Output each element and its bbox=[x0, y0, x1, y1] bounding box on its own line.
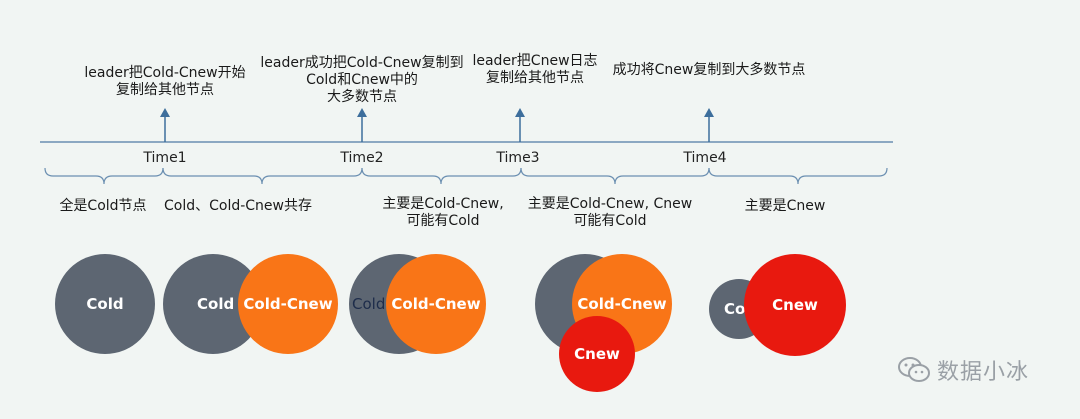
cold-circle-3-label: Cold bbox=[352, 295, 386, 313]
span-label-4: 主要是Cold-Cnew, Cnew 可能有Cold bbox=[527, 196, 693, 229]
wechat-icon bbox=[898, 357, 930, 382]
span-brace-2 bbox=[162, 167, 363, 185]
span-brace-4 bbox=[520, 167, 710, 185]
cold-cnew-circle-2: Cold-Cnew bbox=[238, 254, 338, 354]
span-label-1: 全是Cold节点 bbox=[59, 198, 147, 214]
span-brace-1 bbox=[44, 167, 164, 185]
span-brace-3 bbox=[361, 167, 522, 185]
cold-circle-2-label: Cold bbox=[197, 295, 235, 313]
event-arrow-3 bbox=[515, 108, 525, 142]
event-label-1: leader把Cold-Cnew开始 复制给其他节点 bbox=[84, 65, 246, 98]
event-label-4: 成功将Cnew复制到大多数节点 bbox=[612, 62, 806, 78]
tick-time3: Time3 bbox=[496, 150, 540, 166]
tick-time2: Time2 bbox=[340, 150, 384, 166]
event-label-2: leader成功把Cold-Cnew复制到 Cold和Cnew中的 大多数节点 bbox=[260, 55, 464, 105]
tick-time4: Time4 bbox=[683, 150, 727, 166]
event-arrow-4 bbox=[704, 108, 714, 142]
tick-time1: Time1 bbox=[143, 150, 187, 166]
cnew-circle-5: Cnew bbox=[744, 254, 846, 356]
span-label-3: 主要是Cold-Cnew, 可能有Cold bbox=[382, 196, 504, 229]
cold-circle-1: Cold bbox=[55, 254, 155, 354]
cnew-circle-4: Cnew bbox=[559, 316, 635, 392]
watermark-text: 数据小冰 bbox=[937, 360, 1030, 385]
watermark: 数据小冰 bbox=[897, 354, 1029, 386]
span-label-2: Cold、Cold-Cnew共存 bbox=[164, 198, 312, 214]
event-arrow-1 bbox=[160, 108, 170, 142]
event-arrow-2 bbox=[357, 108, 367, 142]
span-brace-5 bbox=[708, 167, 888, 185]
span-label-5: 主要是Cnew bbox=[744, 198, 826, 214]
event-label-3: leader把Cnew日志 复制给其他节点 bbox=[472, 53, 598, 86]
cold-cnew-circle-3: Cold-Cnew bbox=[386, 254, 486, 354]
